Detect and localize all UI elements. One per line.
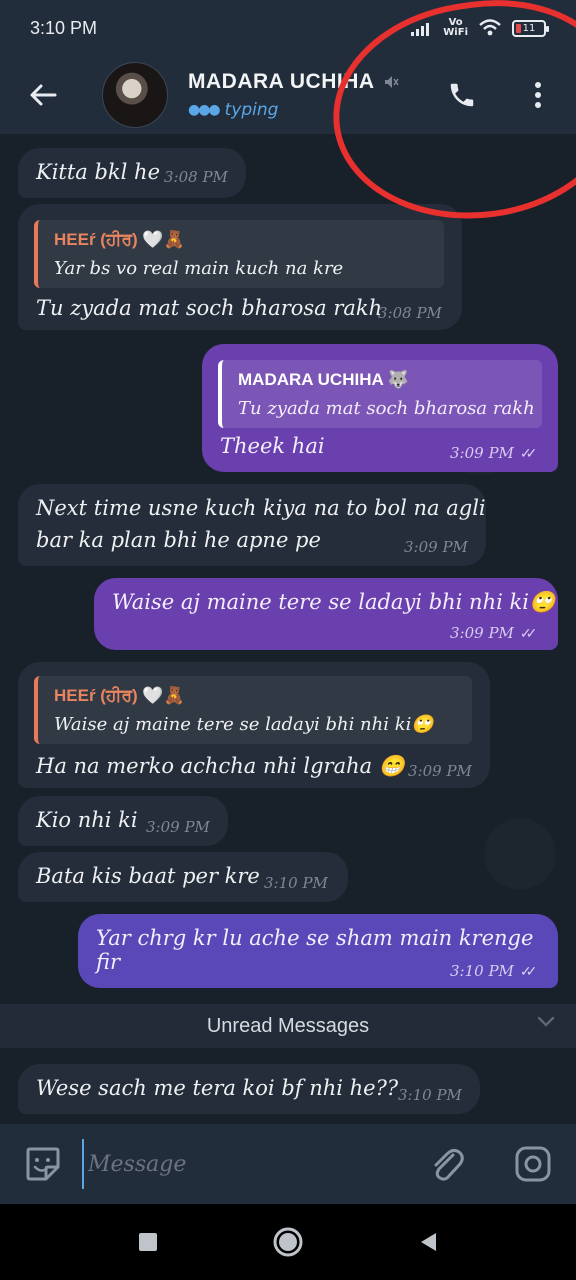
message-outgoing[interactable]: Yar chrg kr lu ache se sham main krenge … — [78, 914, 558, 988]
more-vert-icon — [535, 82, 541, 108]
message-time: 3:09 PM — [408, 762, 472, 780]
vowifi-label: Vo WiFi — [443, 17, 468, 38]
message-time: 3:09 PM ✓✓ — [450, 624, 538, 642]
triangle-back-icon — [421, 1233, 436, 1251]
reply-author: HEEŕ (ਹੀਰ) 🤍🧸 — [54, 230, 185, 249]
camera-icon — [515, 1146, 551, 1182]
message-incoming[interactable]: Next time usne kuch kiya na to bol na ag… — [18, 484, 486, 566]
sticker-icon — [26, 1147, 60, 1181]
message-incoming[interactable]: Kitta bkl he 3:08 PM — [18, 148, 246, 198]
attach-button[interactable] — [404, 1124, 490, 1204]
reply-text: Waise aj maine tere se ladayi bhi nhi ki… — [54, 714, 434, 735]
avatar[interactable] — [102, 62, 168, 128]
message-incoming[interactable]: Wese sach me tera koi bf nhi he?? 3:10 P… — [18, 1064, 480, 1114]
status-icons: Vo WiFi 11 — [411, 17, 549, 38]
typing-status: ●●● typing — [188, 100, 279, 120]
message-time: 3:09 PM — [404, 538, 468, 556]
message-incoming[interactable]: HEEŕ (ਹੀਰ) 🤍🧸 Waise aj maine tere se lad… — [18, 662, 490, 788]
read-ticks-icon: ✓✓ — [519, 446, 538, 462]
camera-button[interactable] — [490, 1124, 576, 1204]
status-bar: 3:10 PM Vo WiFi 11 — [0, 0, 576, 56]
typing-dots-icon: ●●● — [188, 102, 221, 118]
reply-text: Tu zyada mat soch bharosa rakh — [238, 398, 535, 419]
paperclip-icon — [434, 1148, 464, 1181]
message-text: Waise aj maine tere se ladayi bhi nhi ki… — [112, 590, 556, 614]
message-time: 3:08 PM — [378, 304, 442, 322]
message-time: 3:10 PM — [264, 874, 328, 892]
read-ticks-icon: ✓✓ — [519, 964, 538, 980]
battery-icon: 11 — [512, 19, 549, 37]
read-ticks-icon: ✓✓ — [519, 626, 538, 642]
status-time: 3:10 PM — [30, 17, 98, 38]
contact-name: MADARA UCHIHA — [188, 70, 418, 94]
message-input[interactable]: Message — [82, 1139, 404, 1189]
back-nav-button[interactable] — [398, 1212, 458, 1272]
message-incoming[interactable]: HEEŕ (ਹੀਰ) 🤍🧸 Yar bs vo real main kuch n… — [18, 204, 462, 330]
sticker-button[interactable] — [0, 1124, 86, 1204]
battery-level: 11 — [522, 22, 536, 34]
square-icon — [139, 1233, 157, 1251]
reply-quote[interactable]: HEEŕ (ਹੀਰ) 🤍🧸 Waise aj maine tere se lad… — [34, 676, 472, 744]
message-text: Theek hai — [220, 434, 325, 458]
message-incoming[interactable]: Kio nhi ki 3:09 PM — [18, 796, 228, 846]
message-text: Wese sach me tera koi bf nhi he?? — [36, 1076, 399, 1100]
phone-icon — [450, 83, 474, 107]
reply-author: HEEŕ (ਹੀਰ) 🤍🧸 — [54, 686, 185, 705]
contact-info[interactable]: MADARA UCHIHA ●●● typing — [188, 70, 418, 120]
home-circle-icon — [273, 1227, 303, 1257]
system-navbar — [0, 1204, 576, 1280]
back-button[interactable] — [0, 56, 86, 134]
arrow-left-icon — [30, 84, 57, 106]
reply-quote[interactable]: MADARA UCHIHA 🐺 Tu zyada mat soch bharos… — [218, 360, 542, 428]
message-text: Bata kis baat per kre — [36, 864, 260, 888]
reply-author: MADARA UCHIHA 🐺 — [238, 370, 410, 389]
message-text: Kio nhi ki — [36, 808, 138, 832]
recents-button[interactable] — [118, 1212, 178, 1272]
chat-header: MADARA UCHIHA ●●● typing — [0, 56, 576, 134]
call-button[interactable] — [424, 56, 500, 134]
message-time: 3:09 PM — [146, 818, 210, 836]
mute-icon — [384, 76, 399, 88]
reply-quote[interactable]: HEEŕ (ਹੀਰ) 🤍🧸 Yar bs vo real main kuch n… — [34, 220, 444, 288]
chevron-down-icon[interactable] — [536, 1014, 556, 1028]
message-text: Tu zyada mat soch bharosa rakh — [36, 296, 383, 320]
message-text: Kitta bkl he — [36, 160, 160, 184]
message-time: 3:09 PM ✓✓ — [450, 444, 538, 462]
menu-button[interactable] — [500, 56, 576, 134]
unread-messages-divider: Unread Messages — [0, 1004, 576, 1048]
reply-text: Yar bs vo real main kuch na kre — [54, 258, 344, 279]
message-text: Ha na merko achcha nhi lgraha 😁 — [36, 754, 405, 778]
message-time: 3:08 PM — [164, 168, 228, 186]
wifi-icon — [479, 19, 501, 36]
message-outgoing[interactable]: MADARA UCHIHA 🐺 Tu zyada mat soch bharos… — [202, 344, 558, 472]
message-text-line2: bar ka plan bhi he apne pe — [36, 528, 321, 552]
message-incoming[interactable]: Bata kis baat per kre 3:10 PM — [18, 852, 348, 902]
message-outgoing[interactable]: Waise aj maine tere se ladayi bhi nhi ki… — [94, 578, 558, 650]
chat-area[interactable]: Kitta bkl he 3:08 PM HEEŕ (ਹੀਰ) 🤍🧸 Yar b… — [0, 134, 576, 1124]
signal-icon — [411, 23, 430, 36]
message-text-line1: Next time usne kuch kiya na to bol na ag… — [36, 496, 486, 520]
message-time: 3:10 PM ✓✓ — [450, 962, 538, 980]
message-composer: Message — [0, 1124, 576, 1204]
home-button[interactable] — [258, 1212, 318, 1272]
message-time: 3:10 PM — [398, 1086, 462, 1104]
